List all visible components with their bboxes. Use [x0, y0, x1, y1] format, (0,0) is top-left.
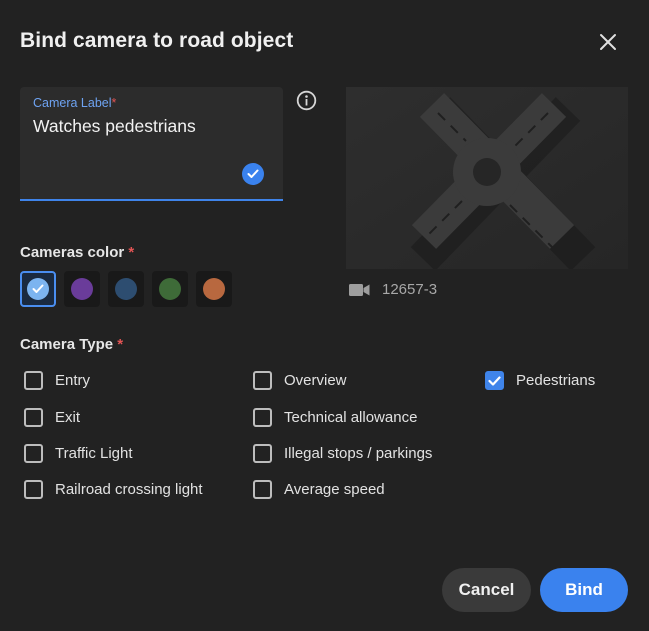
swatch-dot: [27, 278, 49, 300]
checkbox-label: Overview: [284, 372, 347, 389]
camera-label-caption: Camera Label*: [33, 96, 117, 110]
checkbox-box[interactable]: [253, 408, 272, 427]
checkbox-illegal-stops-parkings[interactable]: Illegal stops / parkings: [253, 444, 432, 463]
video-camera-icon: [349, 283, 370, 296]
selected-check-icon: [32, 284, 44, 293]
checkbox-technical-allowance[interactable]: Technical allowance: [253, 408, 417, 427]
checkbox-label: Exit: [55, 409, 81, 426]
checkbox-label: Traffic Light: [55, 445, 133, 462]
valid-check-icon: [242, 163, 264, 185]
checkbox-box[interactable]: [24, 371, 43, 390]
checkbox-box[interactable]: [485, 371, 504, 390]
checkbox-box[interactable]: [253, 371, 272, 390]
info-icon[interactable]: [296, 90, 317, 111]
checkbox-overview[interactable]: Overview: [253, 371, 347, 390]
checkbox-label: Railroad crossing light: [55, 481, 203, 498]
intersection-map-image: [346, 87, 628, 269]
color-swatch-light-blue[interactable]: [20, 271, 56, 307]
color-swatches: [20, 271, 232, 307]
checkbox-label: Entry: [55, 372, 91, 389]
checkbox-pedestrians[interactable]: Pedestrians: [485, 371, 595, 390]
checkbox-railroad-crossing-light[interactable]: Railroad crossing light: [24, 480, 203, 499]
bind-camera-dialog: Bind camera to road object Camera Label*: [0, 0, 649, 631]
checkbox-entry[interactable]: Entry: [24, 371, 90, 390]
checkbox-exit[interactable]: Exit: [24, 408, 80, 427]
color-swatch-green[interactable]: [152, 271, 188, 307]
checkbox-box[interactable]: [24, 444, 43, 463]
swatch-dot: [115, 278, 137, 300]
checkbox-traffic-light[interactable]: Traffic Light: [24, 444, 133, 463]
swatch-dot: [159, 278, 181, 300]
swatch-dot: [71, 278, 93, 300]
checkbox-label: Average speed: [284, 481, 385, 498]
close-icon: [600, 34, 616, 50]
camera-id-text: 12657-3: [382, 281, 438, 298]
road-object-preview: [346, 87, 628, 269]
checkbox-label: Pedestrians: [516, 372, 596, 389]
dialog-title: Bind camera to road object: [20, 29, 294, 52]
cancel-button[interactable]: Cancel: [442, 568, 531, 612]
color-swatch-orange[interactable]: [196, 271, 232, 307]
close-button[interactable]: [594, 28, 622, 56]
checkbox-box[interactable]: [24, 480, 43, 499]
cameras-color-label: Cameras color *: [20, 244, 135, 261]
checkbox-label: Illegal stops / parkings: [284, 445, 433, 462]
checkbox-label: Technical allowance: [284, 409, 418, 426]
checkbox-box[interactable]: [253, 444, 272, 463]
checkbox-box[interactable]: [24, 408, 43, 427]
color-swatch-purple[interactable]: [64, 271, 100, 307]
checkbox-average-speed[interactable]: Average speed: [253, 480, 385, 499]
camera-id-row: 12657-3: [349, 281, 437, 298]
camera-label-field[interactable]: Camera Label*: [20, 87, 283, 201]
swatch-dot: [203, 278, 225, 300]
camera-type-label: Camera Type *: [20, 336, 124, 353]
bind-button[interactable]: Bind: [540, 568, 628, 612]
camera-label-input[interactable]: [33, 116, 258, 137]
checkbox-box[interactable]: [253, 480, 272, 499]
color-swatch-navy[interactable]: [108, 271, 144, 307]
